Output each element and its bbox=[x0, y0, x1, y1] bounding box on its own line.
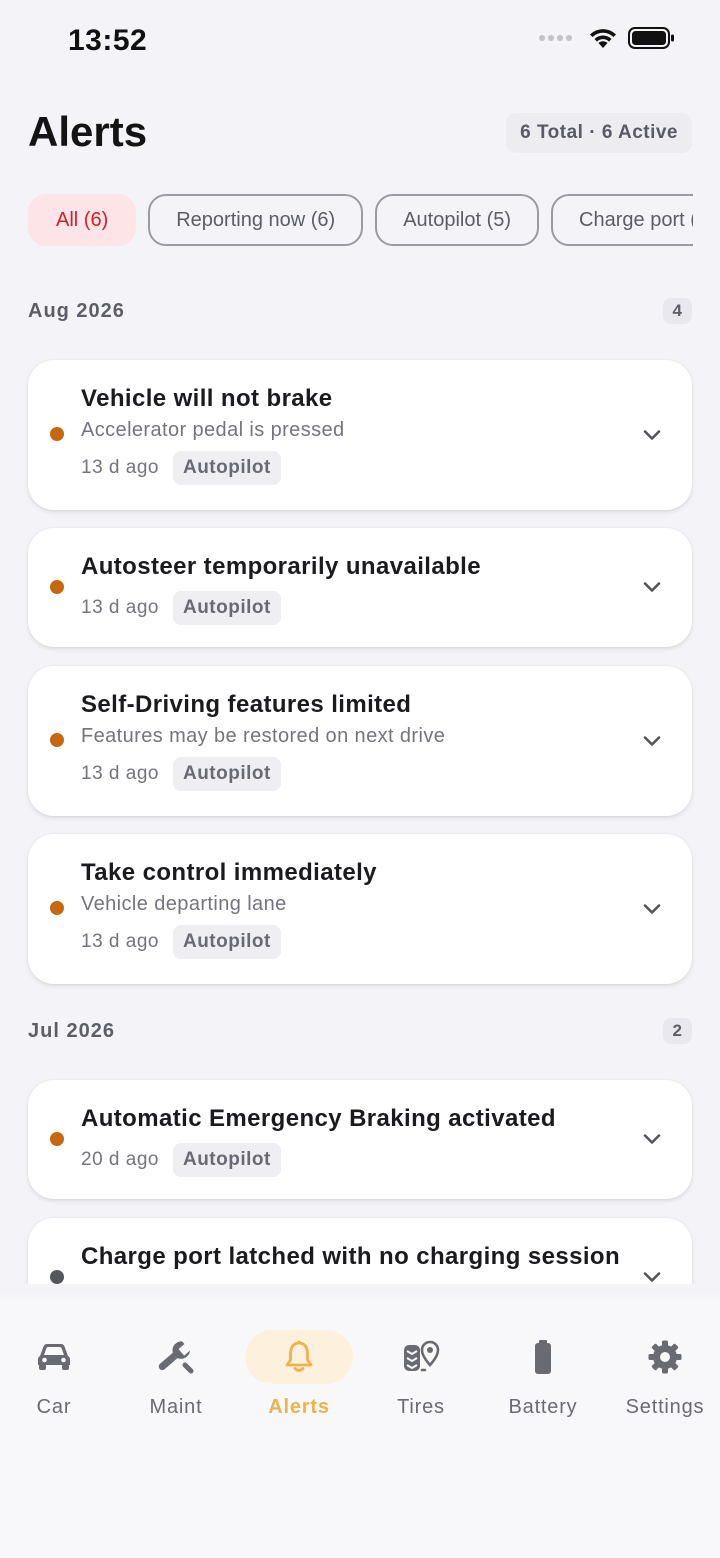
alert-title: Autosteer temporarily unavailable bbox=[81, 553, 481, 580]
section-count-badge: 2 bbox=[662, 1018, 692, 1044]
car-icon bbox=[38, 1344, 70, 1370]
alert-subtitle: Accelerator pedal is pressed bbox=[81, 419, 345, 441]
chevron-down-icon[interactable] bbox=[642, 580, 662, 594]
alert-subtitle: Vehicle departing lane bbox=[81, 893, 287, 915]
chevron-down-icon[interactable] bbox=[642, 1270, 662, 1284]
alert-time: 13 d ago bbox=[81, 763, 159, 784]
filter-chip-charge-port[interactable]: Charge port (1) bbox=[551, 194, 693, 246]
info-dot-icon bbox=[50, 1270, 64, 1284]
alert-card[interactable]: Vehicle will not brake Accelerator pedal… bbox=[28, 360, 692, 510]
alert-category-tag: Autopilot bbox=[172, 591, 281, 625]
wifi-icon bbox=[590, 29, 616, 48]
alert-time: 20 d ago bbox=[81, 1149, 159, 1170]
page-title: Alerts bbox=[28, 108, 148, 155]
bell-icon bbox=[285, 1340, 313, 1372]
tab-battery[interactable]: Battery bbox=[488, 1330, 598, 1430]
alert-card[interactable]: Autosteer temporarily unavailable 13 d a… bbox=[28, 528, 692, 647]
chevron-down-icon[interactable] bbox=[642, 1132, 662, 1146]
alert-category-tag: Autopilot bbox=[172, 925, 281, 959]
warning-dot-icon bbox=[50, 427, 64, 441]
tire-location-icon bbox=[404, 1340, 440, 1372]
battery-icon bbox=[535, 1340, 551, 1374]
alert-title: Take control immediately bbox=[81, 859, 377, 886]
alert-card[interactable]: Take control immediately Vehicle departi… bbox=[28, 834, 692, 984]
section-title: Aug 2026 bbox=[28, 299, 125, 322]
active-tab-indicator bbox=[245, 1330, 353, 1384]
filter-chip-all[interactable]: All (6) bbox=[28, 194, 137, 246]
alert-time: 13 d ago bbox=[81, 597, 159, 618]
alert-title: Automatic Emergency Braking activated bbox=[81, 1105, 556, 1132]
alert-subtitle: Features may be restored on next drive bbox=[81, 725, 446, 747]
filter-chip-reporting-now[interactable]: Reporting now (6) bbox=[148, 194, 364, 246]
alert-category-tag: Autopilot bbox=[172, 451, 281, 485]
filter-chip-autopilot[interactable]: Autopilot (5) bbox=[375, 194, 540, 246]
tab-label: Alerts bbox=[268, 1396, 330, 1418]
cellular-signal-icon bbox=[539, 35, 572, 41]
warning-dot-icon bbox=[50, 733, 64, 747]
status-time: 13:52 bbox=[68, 24, 148, 57]
gear-icon bbox=[648, 1340, 682, 1374]
warning-dot-icon bbox=[50, 580, 64, 594]
status-icons bbox=[539, 26, 676, 50]
tab-settings[interactable]: Settings bbox=[610, 1330, 720, 1430]
filter-chips: All (6) Reporting now (6) Autopilot (5) Cha… bbox=[28, 194, 693, 248]
status-bar: 13:52 bbox=[0, 0, 720, 84]
tab-alerts[interactable]: Alerts bbox=[244, 1330, 354, 1430]
alert-category-tag: Autopilot bbox=[172, 1143, 281, 1177]
alert-title: Charge port latched with no charging ses… bbox=[81, 1243, 621, 1270]
alert-category-tag: Autopilot bbox=[172, 757, 281, 791]
alert-time: 13 d ago bbox=[81, 931, 159, 952]
tab-car[interactable]: Car bbox=[0, 1330, 109, 1430]
tab-tires[interactable]: Tires bbox=[366, 1330, 476, 1430]
alert-time: 13 d ago bbox=[81, 457, 159, 478]
chevron-down-icon[interactable] bbox=[642, 428, 662, 442]
alert-card[interactable]: Self-Driving features limited Features m… bbox=[28, 666, 692, 816]
section-header-aug-2026: Aug 2026 4 bbox=[28, 296, 692, 326]
warning-dot-icon bbox=[50, 901, 64, 915]
tab-label: Settings bbox=[625, 1396, 705, 1418]
alerts-summary-badge: 6 Total · 6 Active bbox=[506, 113, 692, 153]
section-title: Jul 2026 bbox=[28, 1019, 115, 1042]
alert-title: Self-Driving features limited bbox=[81, 691, 412, 718]
warning-dot-icon bbox=[50, 1132, 64, 1146]
chevron-down-icon[interactable] bbox=[642, 902, 662, 916]
chevron-down-icon[interactable] bbox=[642, 734, 662, 748]
battery-status-icon bbox=[628, 27, 674, 49]
bottom-tab-bar: Car Maint Alerts Tires Battery Settings bbox=[0, 1300, 720, 1558]
section-header-jul-2026: Jul 2026 2 bbox=[28, 1016, 692, 1046]
alert-title: Vehicle will not brake bbox=[81, 385, 333, 412]
tab-label: Car bbox=[36, 1396, 72, 1418]
alert-card[interactable]: Automatic Emergency Braking activated 20… bbox=[28, 1080, 692, 1199]
tab-label: Battery bbox=[508, 1396, 578, 1418]
tab-label: Tires bbox=[397, 1396, 445, 1418]
wrench-icon bbox=[158, 1341, 194, 1374]
section-count-badge: 4 bbox=[662, 298, 692, 324]
tab-maint[interactable]: Maint bbox=[121, 1330, 231, 1430]
tab-label: Maint bbox=[149, 1396, 203, 1418]
